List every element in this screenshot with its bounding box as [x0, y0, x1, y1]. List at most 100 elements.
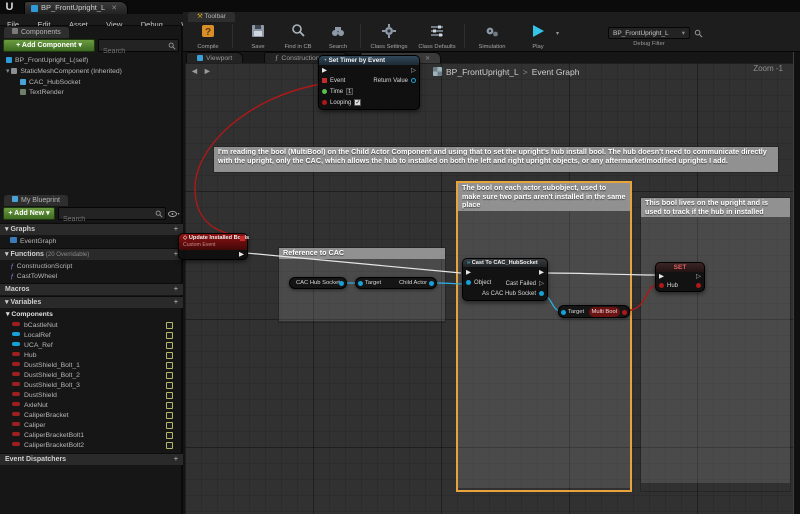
- object-out-pin[interactable]: [339, 281, 344, 286]
- components-search-input[interactable]: [99, 46, 178, 57]
- variable-row[interactable]: CaliperBracketBolt2: [12, 441, 177, 450]
- object-pin[interactable]: [411, 78, 416, 83]
- search-button[interactable]: Search: [318, 23, 358, 50]
- add-new-button[interactable]: + Add New ▾: [3, 207, 55, 220]
- exec-out-pin-cast-failed[interactable]: ▷: [539, 280, 544, 287]
- compile-button[interactable]: ? Compile: [188, 23, 228, 50]
- target-in-pin[interactable]: [561, 310, 566, 315]
- float-pin[interactable]: [322, 89, 327, 94]
- functions-section-header[interactable]: ▾ Functions (20 Overridable) +: [0, 248, 183, 260]
- exec-in-pin[interactable]: ▶: [659, 272, 664, 281]
- node-set-timer-by-event[interactable]: ◔ Set Timer by Event ▶ ▷ Event Return Va…: [318, 55, 420, 110]
- search-icon[interactable]: [694, 29, 703, 38]
- delegate-out-pin[interactable]: [240, 236, 245, 241]
- asset-window-tab[interactable]: BP_FrontUpright_L✕: [24, 1, 128, 14]
- node-cast-to-cac-hubsocket[interactable]: » Cast To CAC_HubSocket ▶ ▶ Object Cast …: [462, 258, 548, 301]
- simulation-button[interactable]: Simulation: [470, 23, 514, 50]
- play-options-caret[interactable]: ▾: [556, 30, 559, 37]
- editable-checkbox[interactable]: [166, 342, 173, 349]
- event-graph-canvas[interactable]: ◄► BP_FrontUpright_L>Event Graph Zoom -1…: [185, 63, 793, 514]
- exec-out-pin[interactable]: ▶: [239, 250, 244, 259]
- component-row-cac-hubsocket[interactable]: CAC_HubSocket: [20, 78, 80, 87]
- event-dispatchers-section-header[interactable]: Event Dispatchers +: [0, 453, 183, 465]
- variable-row[interactable]: DustShield_Bolt_2: [12, 371, 177, 380]
- component-row-self[interactable]: BP_FrontUpright_L(self): [6, 56, 88, 65]
- editable-checkbox[interactable]: [166, 412, 173, 419]
- add-macro-icon[interactable]: +: [174, 284, 178, 296]
- variable-row[interactable]: UCA_Ref: [12, 341, 177, 350]
- exec-in-pin[interactable]: ▶: [466, 267, 471, 278]
- node-get-multi-bool[interactable]: Target Multi Bool: [558, 305, 630, 318]
- expander-icon[interactable]: ▾: [6, 68, 9, 75]
- editable-checkbox[interactable]: [166, 322, 173, 329]
- editable-checkbox[interactable]: [166, 382, 173, 389]
- exec-in-pin[interactable]: ▶: [322, 65, 327, 76]
- function-item-casttowheel[interactable]: ƒCastToWheel: [10, 272, 57, 281]
- breadcrumb-current[interactable]: Event Graph: [532, 67, 580, 77]
- find-in-cb-button[interactable]: Find in CB: [278, 23, 318, 50]
- forward-arrow-icon[interactable]: ►: [203, 66, 216, 76]
- editable-checkbox[interactable]: [166, 432, 173, 439]
- variables-section-header[interactable]: ▾ Variables +: [0, 296, 183, 308]
- bool-in-pin[interactable]: [659, 283, 664, 288]
- close-icon[interactable]: ✕: [425, 56, 430, 62]
- macros-section-header[interactable]: Macros +: [0, 283, 183, 295]
- variable-row[interactable]: AxleNut: [12, 401, 177, 410]
- node-update-installed-bools[interactable]: ◇ Update Installed Bools Custom Event ▶: [178, 233, 248, 260]
- variable-row[interactable]: CaliperBracket: [12, 411, 177, 420]
- comment-upright-bool[interactable]: This bool lives on the upright and is us…: [640, 197, 791, 492]
- components-search[interactable]: [98, 39, 179, 52]
- add-event-dispatcher-icon[interactable]: +: [174, 454, 178, 466]
- exec-out-pin[interactable]: ▷: [411, 65, 416, 76]
- my-blueprint-search[interactable]: [58, 207, 166, 220]
- play-button[interactable]: Play: [518, 23, 558, 50]
- variable-row[interactable]: DustShield: [12, 391, 177, 400]
- component-row-staticmesh[interactable]: ▾ StaticMeshComponent (Inherited): [6, 67, 122, 76]
- exec-out-pin[interactable]: ▷: [696, 272, 701, 281]
- variable-row[interactable]: bCastleNut: [12, 321, 177, 330]
- graphs-section-header[interactable]: ▾ Graphs +: [0, 223, 183, 235]
- add-variable-icon[interactable]: +: [174, 297, 178, 309]
- object-in-pin[interactable]: [466, 280, 471, 285]
- editable-checkbox[interactable]: [166, 442, 173, 449]
- editable-checkbox[interactable]: [166, 402, 173, 409]
- variable-row[interactable]: Caliper: [12, 421, 177, 430]
- bool-pin[interactable]: [322, 100, 327, 105]
- editable-checkbox[interactable]: [166, 422, 173, 429]
- comment-top[interactable]: I'm reading the bool (MultiBool) on the …: [213, 146, 779, 173]
- component-row-textrender[interactable]: TextRender: [20, 88, 64, 97]
- class-defaults-button[interactable]: Class Defaults: [414, 23, 460, 50]
- toolbar-tab[interactable]: ⚒ Toolbar: [188, 12, 235, 22]
- object-out-pin[interactable]: [539, 291, 544, 296]
- function-item-constructionscript[interactable]: ƒConstructionScript: [10, 262, 72, 271]
- delegate-pin[interactable]: [322, 78, 327, 83]
- variable-row[interactable]: Hub: [12, 351, 177, 360]
- exec-out-pin[interactable]: ▶: [539, 267, 544, 278]
- save-button[interactable]: Save: [238, 23, 278, 50]
- object-out-pin[interactable]: [429, 281, 434, 286]
- bool-out-pin[interactable]: [696, 283, 701, 288]
- visibility-eye-icon[interactable]: [168, 210, 180, 218]
- variables-category-components[interactable]: ▾ Components: [6, 310, 53, 319]
- node-get-cac-hub-socket[interactable]: CAC Hub Socket: [289, 277, 347, 289]
- node-set-hub[interactable]: SET ▶ ▷ Hub: [655, 262, 705, 292]
- target-in-pin[interactable]: [358, 281, 363, 286]
- back-arrow-icon[interactable]: ◄: [190, 66, 203, 76]
- graph-item-eventgraph[interactable]: EventGraph: [10, 237, 56, 246]
- add-component-button[interactable]: + Add Component ▾: [3, 39, 95, 52]
- close-icon[interactable]: ✕: [111, 5, 117, 12]
- my-blueprint-panel-tab[interactable]: My Blueprint: [4, 195, 68, 206]
- editable-checkbox[interactable]: [166, 362, 173, 369]
- time-value-input[interactable]: 1: [346, 88, 353, 95]
- bool-out-pin[interactable]: [622, 310, 627, 315]
- looping-checkbox[interactable]: ✓: [354, 99, 361, 106]
- class-settings-button[interactable]: Class Settings: [366, 23, 412, 50]
- editable-checkbox[interactable]: [166, 332, 173, 339]
- variable-row[interactable]: DustShield_Bolt_3: [12, 381, 177, 390]
- right-edge-scrollbar[interactable]: [793, 52, 800, 514]
- variable-row[interactable]: DustShield_Bolt_1: [12, 361, 177, 370]
- breadcrumb-root[interactable]: BP_FrontUpright_L: [446, 67, 519, 77]
- variable-row[interactable]: CaliperBracketBolt1: [12, 431, 177, 440]
- variable-row[interactable]: LocalRef: [12, 331, 177, 340]
- node-get-child-actor[interactable]: Target Child Actor: [355, 277, 437, 289]
